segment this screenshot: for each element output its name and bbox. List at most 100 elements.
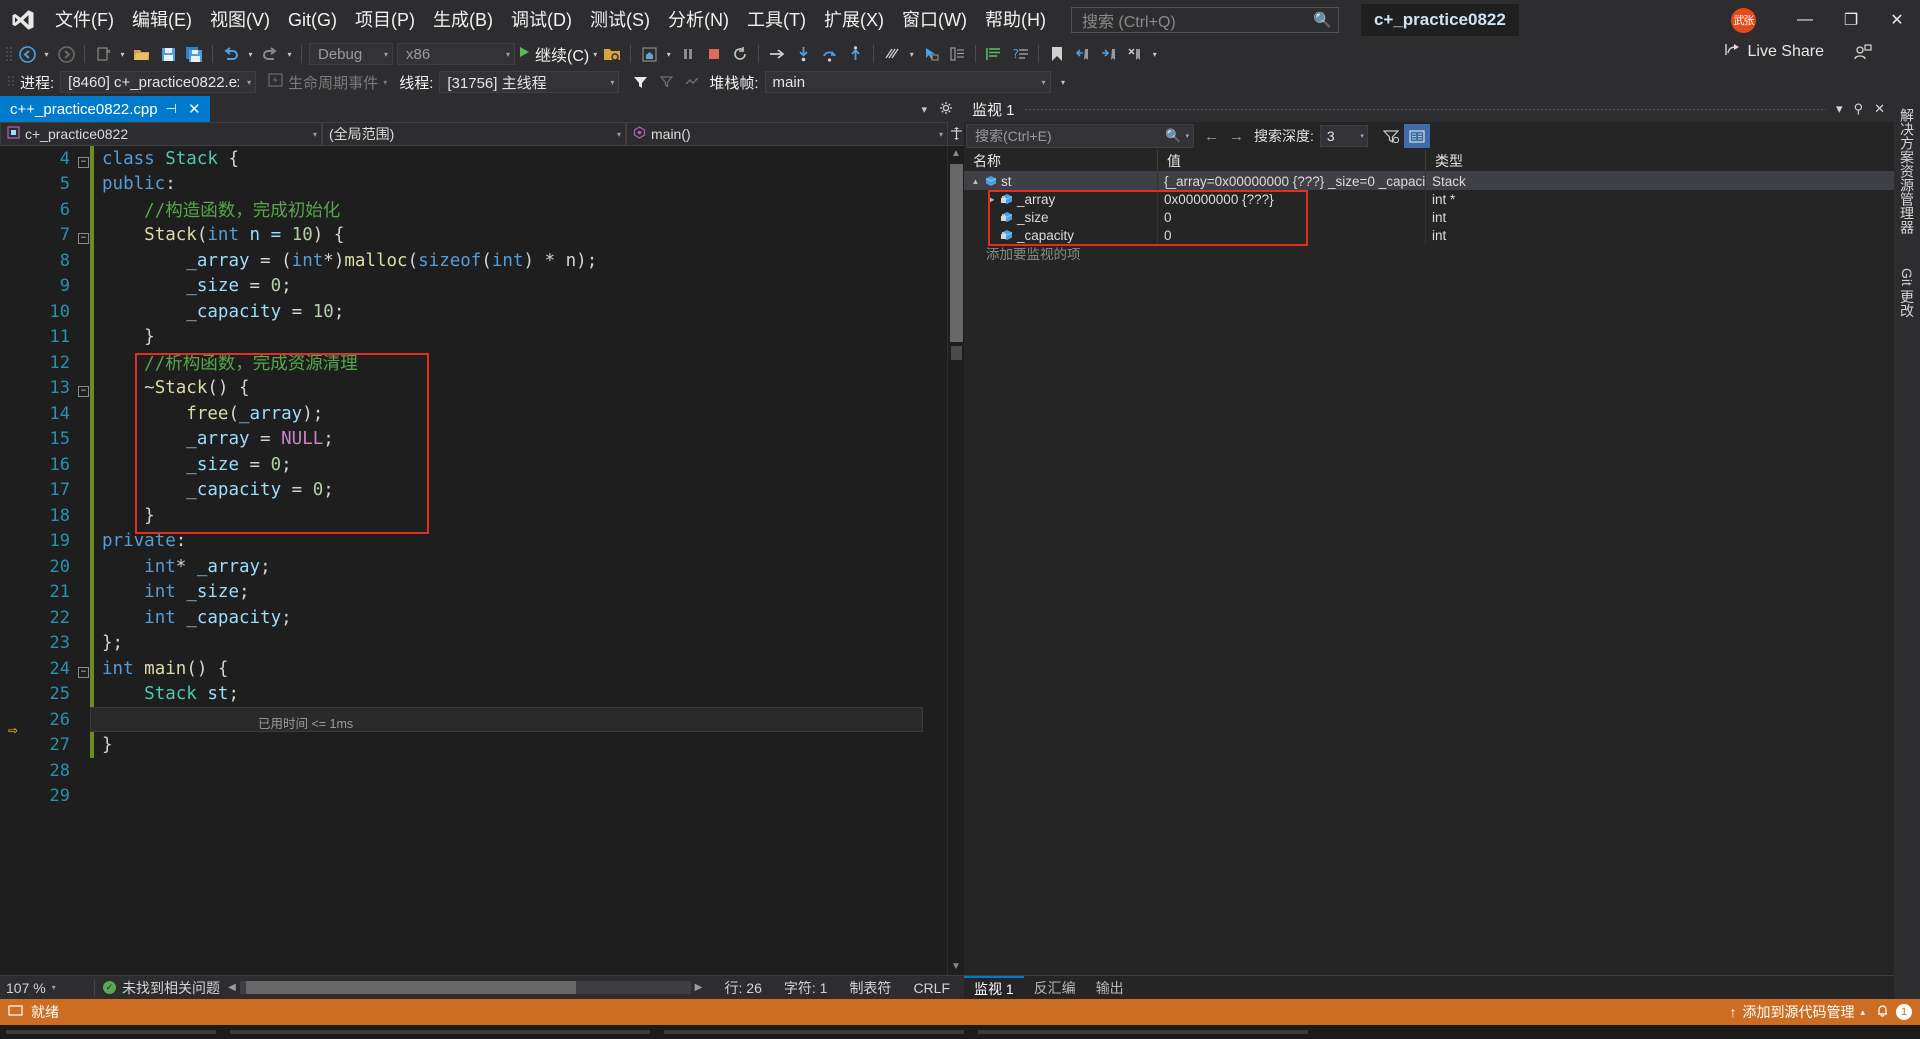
search-depth-combo[interactable]: 3 ▾ (1319, 125, 1368, 147)
issues-indicator[interactable]: ✓ 未找到相关问题 (103, 978, 220, 998)
watch-row[interactable]: _capacity 0 int (964, 226, 1894, 244)
undo-dropdown-icon[interactable]: ▾ (244, 42, 257, 66)
watch-cell-name[interactable]: ▶ _array (964, 190, 1158, 208)
watch-cell-value[interactable]: {_array=0x00000000 {???} _size=0 _capaci… (1158, 172, 1426, 190)
watch-row[interactable]: ▲ st {_array=0x00000000 {???} _size=0 _cap… (964, 172, 1894, 190)
live-visual-tree-icon[interactable] (944, 42, 970, 66)
live-share-participants-icon[interactable] (1854, 44, 1872, 65)
editor-horizontal-scrollbar[interactable]: ◀ ▶ (220, 976, 711, 1000)
pause-icon[interactable] (675, 42, 701, 66)
tab-output[interactable]: 输出 (1086, 976, 1134, 999)
close-icon[interactable]: ✕ (185, 100, 204, 118)
fold-gutter[interactable]: − (78, 225, 90, 245)
fold-gutter[interactable]: − (78, 378, 90, 398)
expander-expanded-icon[interactable]: ▲ (970, 177, 981, 186)
tab-watch-1[interactable]: 监视 1 (964, 976, 1024, 999)
toolbar-grip[interactable] (4, 45, 14, 63)
stop-debugging-icon[interactable] (701, 42, 727, 66)
break-all-home-icon[interactable] (636, 42, 662, 66)
bookmark-icon[interactable] (1044, 42, 1070, 66)
code-line[interactable]: 25 Stack st; (0, 681, 947, 707)
code-editor[interactable]: 4− class Stack {5 public: 6 //构造函数，完成初始化 7− … (0, 146, 964, 975)
expander-collapsed-icon[interactable]: ▶ (986, 195, 997, 204)
code-line[interactable]: 28 (0, 758, 947, 784)
menu-file[interactable]: 文件(F) (46, 0, 123, 40)
menu-view[interactable]: 视图(V) (201, 0, 279, 40)
fold-collapse-icon[interactable]: − (78, 233, 89, 245)
menu-analyze[interactable]: 分析(N) (659, 0, 738, 40)
watch-cell-value[interactable]: 0 (1158, 208, 1426, 226)
stackframe-combo[interactable]: main ▾ (764, 71, 1051, 93)
home-dropdown-icon[interactable]: ▾ (662, 42, 675, 66)
code-line[interactable]: 6 //构造函数，完成初始化 (0, 197, 947, 223)
fold-collapse-icon[interactable]: − (78, 666, 89, 678)
tab-list-chevron-icon[interactable]: ▾ (916, 103, 932, 116)
toolbar-overflow-icon[interactable]: ▾ (1148, 42, 1161, 66)
fold-gutter[interactable]: − (78, 659, 90, 679)
restart-icon[interactable] (727, 42, 753, 66)
code-line[interactable]: 22 int _capacity; (0, 605, 947, 631)
code-line[interactable]: 14 free(_array); (0, 401, 947, 427)
menu-tools[interactable]: 工具(T) (738, 0, 815, 40)
editor-tab-cpp[interactable]: c++_practice0822.cpp ⊣ ✕ (0, 96, 210, 122)
debugbar-overflow-icon[interactable]: ▾ (1057, 70, 1070, 94)
scroll-left-icon[interactable]: ◀ (224, 982, 240, 993)
scroll-down-icon[interactable]: ▼ (951, 959, 961, 975)
split-editor-icon[interactable] (948, 122, 964, 145)
nav-scope-combo[interactable]: (全局范围) ▾ (322, 122, 626, 146)
code-line[interactable]: 29 (0, 784, 947, 810)
hot-reload-dropdown-icon[interactable]: ▾ (905, 42, 918, 66)
watch-cell-name[interactable]: _size (964, 208, 1158, 226)
new-project-dropdown-icon[interactable]: ▾ (116, 42, 129, 66)
pin-icon[interactable]: ⚲ (1854, 101, 1864, 117)
scroll-up-icon[interactable]: ▲ (951, 146, 961, 162)
tab-disassembly[interactable]: 反汇编 (1024, 976, 1086, 999)
fold-collapse-icon[interactable]: − (78, 386, 89, 398)
code-line[interactable]: 16 _size = 0; (0, 452, 947, 478)
navigate-forward-icon[interactable] (53, 42, 79, 66)
code-line[interactable]: 12 //析构函数，完成资源清理 (0, 350, 947, 376)
watch-search-input[interactable]: 搜索(Ctrl+E) 🔍 ▾ (966, 124, 1194, 148)
watch-grid[interactable]: 名称 值 类型 ▲ st {_array=0x00000000 {???} _siz… (964, 150, 1894, 975)
nav-member-combo[interactable]: main() ▾ (626, 122, 948, 146)
transpose-icon[interactable] (679, 70, 705, 94)
vtab-solution-explorer[interactable]: 解决方案资源管理器 (1897, 104, 1917, 238)
search-prev-icon[interactable]: ← (1204, 128, 1219, 145)
code-line[interactable]: 20 int* _array; (0, 554, 947, 580)
watch-cell-value[interactable]: 0x00000000 {???} (1158, 190, 1426, 208)
code-line[interactable]: 27} (0, 732, 947, 758)
menu-project[interactable]: 项目(P) (346, 0, 424, 40)
code-line[interactable]: 13− ~Stack() { (0, 375, 947, 401)
save-icon[interactable] (155, 42, 181, 66)
code-line[interactable]: 11 } (0, 324, 947, 350)
code-line[interactable]: 8 _array = (int*)malloc(sizeof(int) * n)… (0, 248, 947, 274)
code-scroll-area[interactable]: 4− class Stack {5 public: 6 //构造函数，完成初始化 7− … (0, 146, 947, 975)
code-line[interactable]: 17 _capacity = 0; (0, 477, 947, 503)
code-line[interactable]: 23}; (0, 630, 947, 656)
debugbar-grip[interactable] (6, 73, 16, 91)
notifications-button[interactable]: 1 (1875, 1003, 1912, 1021)
menu-debug[interactable]: 调试(D) (502, 0, 581, 40)
nav-project-combo[interactable]: c+_practice0822 ▾ (0, 122, 322, 146)
code-line[interactable]: 5 public: (0, 171, 947, 197)
navigate-backward-icon[interactable] (14, 42, 40, 66)
code-line[interactable]: 15 _array = NULL; (0, 426, 947, 452)
comment-selection-icon[interactable] (981, 42, 1007, 66)
close-button[interactable]: ✕ (1874, 0, 1920, 40)
code-line[interactable]: 4− class Stack { (0, 146, 947, 172)
add-to-source-control-button[interactable]: ↑ 添加到源代码管理 ▴ (1729, 1002, 1865, 1022)
flag-threads-icon[interactable] (653, 70, 679, 94)
editor-settings-gear-icon[interactable] (934, 101, 958, 118)
chevron-down-icon[interactable]: ▾ (593, 50, 597, 59)
menu-window[interactable]: 窗口(W) (893, 0, 976, 40)
menu-edit[interactable]: 编辑(E) (123, 0, 201, 40)
clear-bookmarks-icon[interactable] (1122, 42, 1148, 66)
watch-row[interactable]: ▶ _array 0x00000000 {???} int * (964, 190, 1894, 208)
watch-cell-name[interactable]: _capacity (964, 226, 1158, 244)
watch-cell-value[interactable]: 0 (1158, 226, 1426, 244)
code-line[interactable]: 21 int _size; (0, 579, 947, 605)
quick-search-box[interactable]: 搜索 (Ctrl+Q) 🔍 (1070, 7, 1339, 33)
live-share-button[interactable]: Live Share (1724, 42, 1824, 62)
lifecycle-events-button[interactable]: 生命周期事件 ▾ (256, 72, 387, 93)
redo-dropdown-icon[interactable]: ▾ (283, 42, 296, 66)
